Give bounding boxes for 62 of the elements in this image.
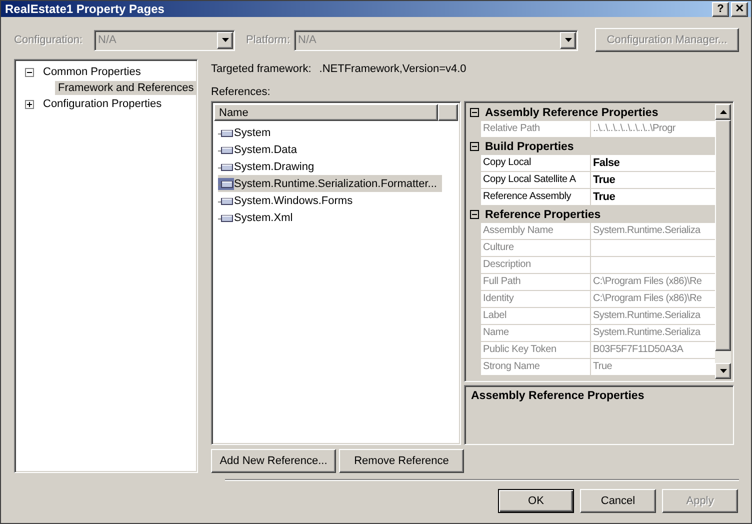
reference-item[interactable]: System.Runtime.Serialization.Formatter...	[218, 175, 442, 192]
reference-item[interactable]: System.Drawing	[218, 158, 442, 175]
property-value[interactable]: C:\Program Files (x86)\Re	[591, 274, 715, 290]
property-name: Culture	[481, 240, 591, 256]
tree-item[interactable]: Configuration Properties	[40, 97, 165, 111]
collapse-icon[interactable]	[25, 68, 34, 76]
property-value[interactable]: System.Runtime.Serializa	[591, 223, 715, 239]
assembly-icon	[218, 178, 234, 190]
property-value[interactable]: System.Runtime.Serializa	[591, 308, 715, 324]
tree-item[interactable]: Common Properties	[40, 65, 144, 79]
configuration-label: Configuration:	[14, 34, 84, 46]
references-label: References:	[211, 86, 270, 98]
property-name: Identity	[481, 291, 591, 307]
close-button[interactable]: ✕	[731, 2, 748, 16]
platform-label: Platform:	[246, 34, 290, 46]
property-value[interactable]: ..\..\..\..\..\..\..\..\Progr	[591, 121, 715, 137]
down-arrow-icon	[720, 369, 726, 373]
up-arrow-icon	[720, 110, 726, 114]
reference-item[interactable]: System.Xml	[218, 209, 442, 226]
dialog-button[interactable]: Cancel	[580, 489, 656, 513]
property-value[interactable]: True	[591, 189, 715, 205]
property-name: Assembly Name	[481, 223, 591, 239]
reference-item[interactable]: System	[218, 124, 442, 141]
property-name: Reference Assembly	[481, 189, 591, 205]
property-name: Copy Local	[481, 155, 591, 171]
remove-reference-button[interactable]: Remove Reference	[339, 449, 464, 473]
tree-item[interactable]: Framework and References	[55, 81, 197, 95]
category-label: Reference Properties	[485, 208, 601, 220]
category-label: Assembly Reference Properties	[485, 106, 658, 118]
property-name: Strong Name	[481, 359, 591, 375]
targeted-framework-value: .NETFramework,Version=v4.0	[319, 63, 466, 75]
property-name: Label	[481, 308, 591, 324]
add-reference-button[interactable]: Add New Reference...	[211, 449, 336, 473]
property-value[interactable]: C:\Program Files (x86)\Re	[591, 291, 715, 307]
property-value[interactable]: B03F5F7F11D50A3A	[591, 342, 715, 358]
dialog-button[interactable]: OK	[498, 489, 574, 513]
property-value[interactable]: System.Runtime.Serializa	[591, 325, 715, 341]
reference-item[interactable]: System.Data	[218, 141, 442, 158]
property-name: Full Path	[481, 274, 591, 290]
property-name: Public Key Token	[481, 342, 591, 358]
property-name: Relative Path	[481, 121, 591, 137]
down-arrow-icon	[564, 38, 572, 42]
property-value[interactable]: True	[591, 359, 715, 375]
down-arrow-icon	[222, 38, 228, 42]
help-button[interactable]: ?	[712, 2, 729, 16]
category-label: Build Properties	[485, 140, 574, 152]
targeted-framework-label: Targeted framework:	[211, 63, 312, 75]
property-value[interactable]: True	[591, 172, 715, 188]
expand-icon[interactable]	[25, 100, 34, 108]
collapse-icon[interactable]	[470, 142, 479, 151]
column-header[interactable]: Name	[214, 104, 438, 121]
window-title: RealEstate1 Property Pages	[5, 2, 164, 16]
reference-item[interactable]: System.Windows.Forms	[218, 192, 442, 209]
collapse-icon[interactable]	[470, 108, 479, 117]
column-header[interactable]	[438, 104, 458, 121]
description-title: Assembly Reference Properties	[471, 390, 644, 402]
property-name: Copy Local Satellite A	[481, 172, 591, 188]
property-name: Description	[481, 257, 591, 273]
collapse-icon[interactable]	[470, 210, 479, 219]
scrollbar[interactable]	[715, 104, 731, 379]
property-value[interactable]: False	[591, 155, 715, 171]
property-name: Name	[481, 325, 591, 341]
